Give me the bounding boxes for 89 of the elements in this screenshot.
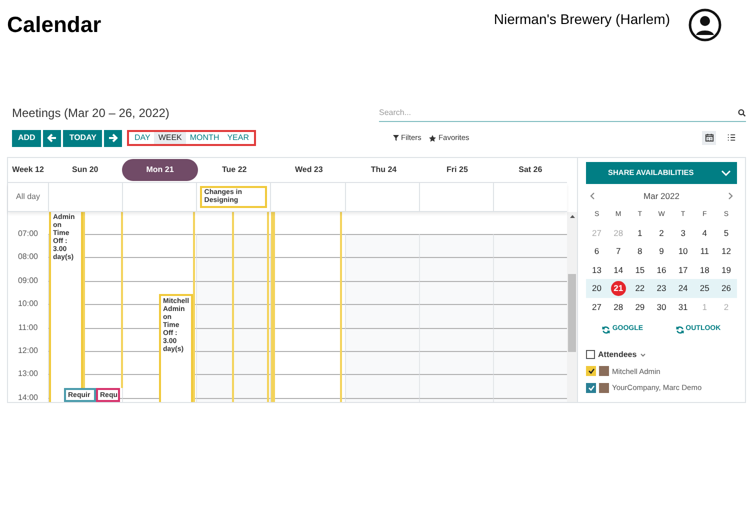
- attendees-checkbox[interactable]: [586, 350, 595, 360]
- star-icon: [429, 134, 436, 142]
- day-header[interactable]: Thu 24: [346, 159, 421, 181]
- hour-label: 10:00: [18, 299, 38, 310]
- week-row[interactable]: 20 21 22 23 24 25 26: [586, 279, 737, 298]
- attendee-checkbox[interactable]: [586, 366, 596, 376]
- page-title: Calendar: [7, 11, 102, 39]
- date-cell[interactable]: 30: [654, 300, 669, 314]
- date-cell[interactable]: 29: [632, 300, 648, 314]
- date-cell[interactable]: 28: [610, 300, 626, 314]
- date-cell[interactable]: 19: [718, 262, 734, 278]
- hour-label: 09:00: [18, 276, 38, 286]
- date-cell[interactable]: 12: [718, 244, 734, 259]
- week-row[interactable]: 27 28 1 2 3 4 5: [586, 224, 737, 242]
- day-header[interactable]: Sat 26: [494, 159, 566, 181]
- attendee-checkbox[interactable]: [586, 382, 596, 393]
- date-cell[interactable]: 15: [632, 262, 648, 278]
- date-cell[interactable]: 24: [676, 281, 691, 296]
- month-title: Mar 2022: [644, 190, 680, 203]
- date-cell[interactable]: 1: [632, 226, 648, 240]
- company-name: Nierman's Brewery (Harlem): [494, 10, 670, 29]
- attendees-heading[interactable]: Attendees: [598, 348, 637, 361]
- check-icon: [588, 384, 594, 391]
- date-cell[interactable]: 27: [589, 300, 604, 314]
- week-row[interactable]: 6 7 8 9 10 11 12: [586, 242, 737, 261]
- chevron-down-icon: [721, 170, 731, 176]
- date-cell[interactable]: 17: [676, 262, 691, 278]
- avatar-placeholder: [599, 382, 609, 393]
- user-avatar-icon[interactable]: [688, 8, 722, 42]
- all-day-label: All day: [14, 191, 41, 203]
- date-cell[interactable]: 18: [697, 262, 712, 278]
- scale-tab[interactable]: WEEK: [154, 132, 186, 144]
- date-cell[interactable]: 5: [718, 226, 734, 240]
- view-title: Meetings (Mar 20 – 26, 2022): [11, 105, 170, 122]
- previous-button[interactable]: [43, 130, 62, 146]
- hour-label: 07:00: [18, 229, 38, 239]
- scrollbar-thumb[interactable]: [568, 274, 576, 352]
- week-row[interactable]: 13 14 15 16 17 18 19: [586, 260, 737, 280]
- day-header[interactable]: Sun 20: [48, 159, 122, 181]
- next-button[interactable]: [104, 130, 122, 146]
- hour-label: 13:00: [18, 369, 38, 380]
- search-field[interactable]: Search...: [379, 106, 738, 118]
- scale-tab[interactable]: DAY: [130, 132, 154, 144]
- chevron-right-icon[interactable]: [728, 192, 733, 200]
- left-arrow-icon: [47, 133, 58, 143]
- date-cell[interactable]: 7: [610, 244, 626, 259]
- chevron-down-icon: [640, 352, 646, 357]
- week-row[interactable]: 27 28 29 30 31 1 2: [586, 298, 737, 316]
- scale-tab[interactable]: MONTH: [186, 132, 224, 144]
- day-header[interactable]: Fri 25: [422, 159, 492, 181]
- date-cell[interactable]: 23: [654, 281, 669, 296]
- scroll-up-icon[interactable]: [570, 215, 574, 218]
- check-icon: [588, 368, 594, 374]
- hour-label: 14:00: [18, 392, 38, 402]
- right-arrow-icon: [108, 133, 118, 143]
- refresh-icon: [676, 326, 684, 334]
- date-cell[interactable]: 21: [610, 281, 626, 296]
- day-header[interactable]: Wed 23: [270, 159, 347, 181]
- date-cell[interactable]: 13: [589, 262, 604, 278]
- filter-icon: [393, 135, 400, 141]
- day-header[interactable]: Tue 22: [198, 159, 271, 181]
- date-cell[interactable]: 22: [632, 281, 648, 296]
- date-cell[interactable]: 26: [718, 281, 734, 296]
- date-cell[interactable]: 14: [610, 262, 626, 278]
- date-cell[interactable]: 11: [697, 244, 712, 259]
- hour-label: 11:00: [18, 322, 38, 333]
- date-cell[interactable]: 6: [589, 244, 604, 259]
- avatar-placeholder: [599, 366, 609, 376]
- toolbar-button[interactable]: ADD: [12, 130, 42, 146]
- date-cell[interactable]: 3: [676, 226, 691, 240]
- day-header[interactable]: Mon 21: [122, 159, 198, 181]
- date-cell[interactable]: 16: [654, 262, 669, 278]
- chevron-left-icon[interactable]: [590, 192, 595, 200]
- date-cell[interactable]: 25: [697, 281, 712, 296]
- date-cell[interactable]: 20: [589, 281, 604, 296]
- hour-label: 12:00: [18, 346, 38, 356]
- date-cell[interactable]: 9: [654, 244, 669, 259]
- date-cell[interactable]: 2: [654, 226, 669, 240]
- date-cell[interactable]: 4: [697, 226, 712, 240]
- date-cell[interactable]: 10: [676, 244, 691, 259]
- week-number: Week 12: [11, 164, 45, 176]
- date-cell[interactable]: 8: [632, 244, 648, 259]
- refresh-icon: [602, 326, 610, 334]
- calendar-view-icon[interactable]: [702, 130, 716, 144]
- toolbar-button[interactable]: TODAY: [63, 130, 102, 146]
- hour-label: 08:00: [18, 252, 38, 262]
- date-cell[interactable]: 31: [676, 300, 691, 314]
- search-icon: [738, 108, 746, 116]
- scale-tab[interactable]: YEAR: [223, 132, 254, 144]
